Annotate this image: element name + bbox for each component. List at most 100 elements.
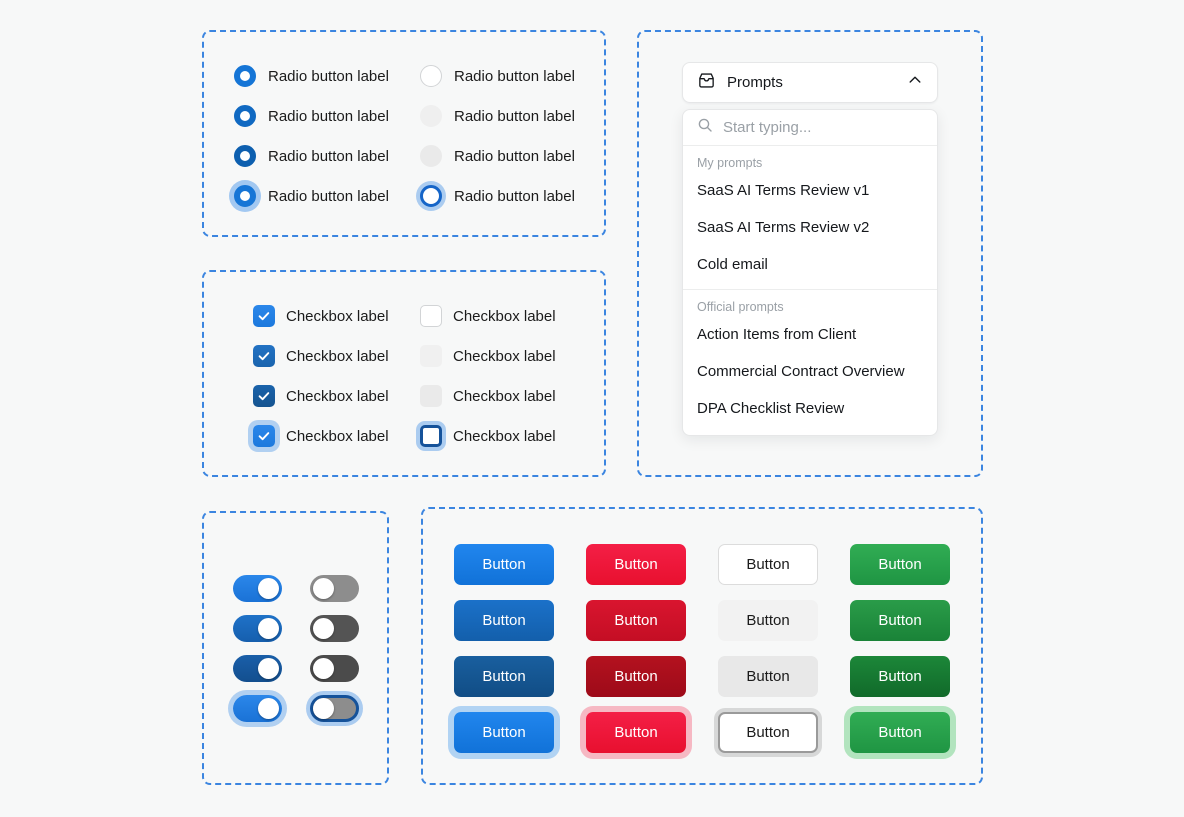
toggle-switch-off-hover[interactable] <box>310 615 359 642</box>
button-danger-default[interactable]: Button <box>586 544 686 585</box>
button-column-danger-red: Button Button Button Button <box>586 544 686 753</box>
radio-label: Radio button label <box>268 67 389 85</box>
radio-icon[interactable] <box>420 185 442 207</box>
prompt-item[interactable]: Commercial Contract Overview <box>683 353 937 390</box>
prompt-item[interactable]: SaaS AI Terms Review v2 <box>683 209 937 246</box>
toggle-switch-on-focus[interactable] <box>233 695 282 722</box>
checkbox-box-icon[interactable] <box>420 425 442 447</box>
radio-icon[interactable] <box>420 65 442 87</box>
radio-icon[interactable] <box>234 145 256 167</box>
prompts-dropdown-toggle[interactable]: Prompts <box>682 62 938 103</box>
prompt-item[interactable]: DPA Checklist Review <box>683 390 937 427</box>
prompt-item[interactable]: Cold email <box>683 246 937 283</box>
button-primary-hover[interactable]: Button <box>454 600 554 641</box>
radio-label: Radio button label <box>454 107 575 125</box>
button-secondary-hover[interactable]: Button <box>718 600 818 641</box>
radio-option-unchecked-default[interactable]: Radio button label <box>420 65 575 87</box>
toggle-knob <box>258 618 279 639</box>
checkbox-label: Checkbox label <box>286 387 389 405</box>
button-column-success-green: Button Button Button Button <box>850 544 950 753</box>
component-spec-canvas: Radio button label Radio button label Ra… <box>0 0 1184 817</box>
checkbox-label: Checkbox label <box>453 427 556 445</box>
prompt-group-label: My prompts <box>697 156 763 170</box>
toggle-switch-on-default[interactable] <box>233 575 282 602</box>
button-primary-focus[interactable]: Button <box>454 712 554 753</box>
radio-icon[interactable] <box>234 105 256 127</box>
checkbox-label: Checkbox label <box>453 347 556 365</box>
radio-icon[interactable] <box>420 145 442 167</box>
button-column-secondary-white: Button Button Button Button <box>718 544 818 753</box>
checkmark-icon[interactable] <box>253 385 275 407</box>
prompt-group-my-prompts: My prompts SaaS AI Terms Review v1 SaaS … <box>683 146 937 283</box>
search-icon <box>697 117 713 138</box>
chevron-up-icon[interactable] <box>907 72 923 93</box>
toggle-switch-on-hover[interactable] <box>233 615 282 642</box>
prompt-item[interactable]: SaaS AI Terms Review v1 <box>683 172 937 209</box>
checkbox-option-unchecked-default[interactable]: Checkbox label <box>420 305 556 327</box>
radio-option-unchecked-focus[interactable]: Radio button label <box>420 185 575 207</box>
radio-icon[interactable] <box>234 65 256 87</box>
button-danger-active[interactable]: Button <box>586 656 686 697</box>
button-success-focus[interactable]: Button <box>850 712 950 753</box>
button-secondary-focus[interactable]: Button <box>718 712 818 753</box>
button-danger-hover[interactable]: Button <box>586 600 686 641</box>
radio-label: Radio button label <box>268 187 389 205</box>
checkbox-option-unchecked-focus[interactable]: Checkbox label <box>420 425 556 447</box>
radio-option-unchecked-hover[interactable]: Radio button label <box>420 105 575 127</box>
checkbox-option-unchecked-active[interactable]: Checkbox label <box>420 385 556 407</box>
button-secondary-active[interactable]: Button <box>718 656 818 697</box>
button-primary-active[interactable]: Button <box>454 656 554 697</box>
inbox-tray-icon <box>697 71 716 95</box>
radio-label: Radio button label <box>454 187 575 205</box>
radio-label: Radio button label <box>454 67 575 85</box>
toggle-knob <box>258 698 279 719</box>
radio-icon[interactable] <box>234 185 256 207</box>
checkbox-option-checked-focus[interactable]: Checkbox label <box>253 425 389 447</box>
prompt-item[interactable]: Action Items from Client <box>683 316 937 353</box>
checkbox-box-icon[interactable] <box>420 385 442 407</box>
prompt-group-official-prompts: Official prompts Action Items from Clien… <box>683 290 937 427</box>
checkbox-label: Checkbox label <box>286 427 389 445</box>
radio-checked-column: Radio button label Radio button label Ra… <box>234 65 389 207</box>
toggle-switch-off-active[interactable] <box>310 655 359 682</box>
toggle-switch-on-active[interactable] <box>233 655 282 682</box>
prompt-group-label: Official prompts <box>697 300 784 314</box>
radio-option-checked-default[interactable]: Radio button label <box>234 65 389 87</box>
checkmark-icon[interactable] <box>253 345 275 367</box>
checkbox-option-checked-hover[interactable]: Checkbox label <box>253 345 389 367</box>
checkbox-option-unchecked-hover[interactable]: Checkbox label <box>420 345 556 367</box>
toggle-knob <box>258 578 279 599</box>
button-success-default[interactable]: Button <box>850 544 950 585</box>
button-primary-default[interactable]: Button <box>454 544 554 585</box>
radio-label: Radio button label <box>454 147 575 165</box>
radio-option-unchecked-active[interactable]: Radio button label <box>420 145 575 167</box>
button-success-active[interactable]: Button <box>850 656 950 697</box>
checkbox-option-checked-default[interactable]: Checkbox label <box>253 305 389 327</box>
radio-option-checked-hover[interactable]: Radio button label <box>234 105 389 127</box>
checkbox-box-icon[interactable] <box>420 305 442 327</box>
toggle-on-column <box>233 575 282 722</box>
toggle-switch-off-default[interactable] <box>310 575 359 602</box>
prompts-title: Prompts <box>727 74 783 91</box>
radio-unchecked-column: Radio button label Radio button label Ra… <box>420 65 575 207</box>
radio-option-checked-focus[interactable]: Radio button label <box>234 185 389 207</box>
radio-icon[interactable] <box>420 105 442 127</box>
radio-option-checked-active[interactable]: Radio button label <box>234 145 389 167</box>
prompts-search-row[interactable] <box>683 110 937 146</box>
prompts-dropdown-panel: My prompts SaaS AI Terms Review v1 SaaS … <box>682 109 938 436</box>
toggle-knob <box>313 618 334 639</box>
checkmark-icon[interactable] <box>253 425 275 447</box>
prompts-dropdown: Prompts My prompts SaaS AI Terms <box>682 62 938 436</box>
checkmark-icon[interactable] <box>253 305 275 327</box>
checkbox-label: Checkbox label <box>286 347 389 365</box>
prompts-search-input[interactable] <box>723 119 913 136</box>
toggle-switch-off-focus[interactable] <box>310 695 359 722</box>
toggle-knob <box>258 658 279 679</box>
checkbox-box-icon[interactable] <box>420 345 442 367</box>
button-secondary-default[interactable]: Button <box>718 544 818 585</box>
checkbox-option-checked-active[interactable]: Checkbox label <box>253 385 389 407</box>
checkbox-checked-column: Checkbox label Checkbox label Checkbox l… <box>253 305 389 447</box>
button-danger-focus[interactable]: Button <box>586 712 686 753</box>
button-success-hover[interactable]: Button <box>850 600 950 641</box>
toggle-group-container <box>202 511 389 785</box>
